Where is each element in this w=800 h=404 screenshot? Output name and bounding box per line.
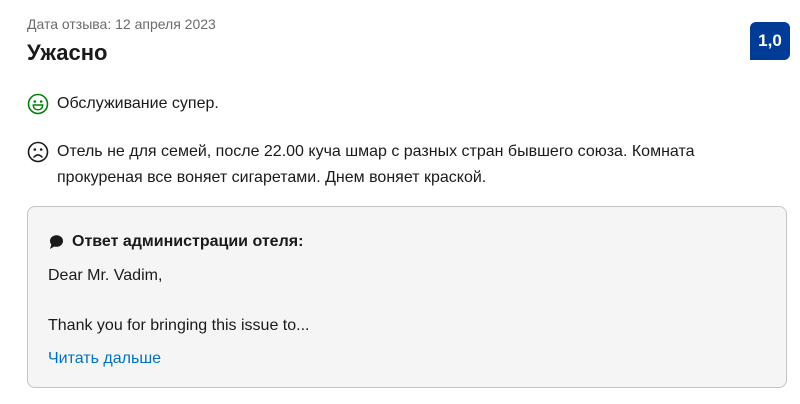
reply-header: Ответ администрации отеля: [48,233,303,251]
speech-bubble-icon [48,234,64,250]
negative-comment: Отель не для семей, после 22.00 куча шма… [27,141,757,191]
review-title: Ужасно [27,40,108,65]
smile-icon [27,93,49,115]
review-date: Дата отзыва: 12 апреля 2023 [27,16,216,32]
hotel-reply-box: Ответ администрации отеля: Dear Mr. Vadi… [27,206,787,388]
positive-comment-text: Обслуживание супер. [57,95,219,112]
reply-greeting: Dear Mr. Vadim, [48,267,163,284]
frown-icon [27,141,49,163]
reply-body: Thank you for bringing this issue to... [48,317,310,334]
negative-comment-text: Отель не для семей, после 22.00 куча шма… [57,143,695,186]
read-more-link[interactable]: Читать дальше [48,350,161,368]
review-card: Дата отзыва: 12 апреля 2023 Ужасно 1,0 О… [0,0,800,404]
score-badge: 1,0 [750,22,790,60]
positive-comment: Обслуживание супер. [27,93,219,117]
reply-title: Ответ администрации отеля: [72,233,304,250]
